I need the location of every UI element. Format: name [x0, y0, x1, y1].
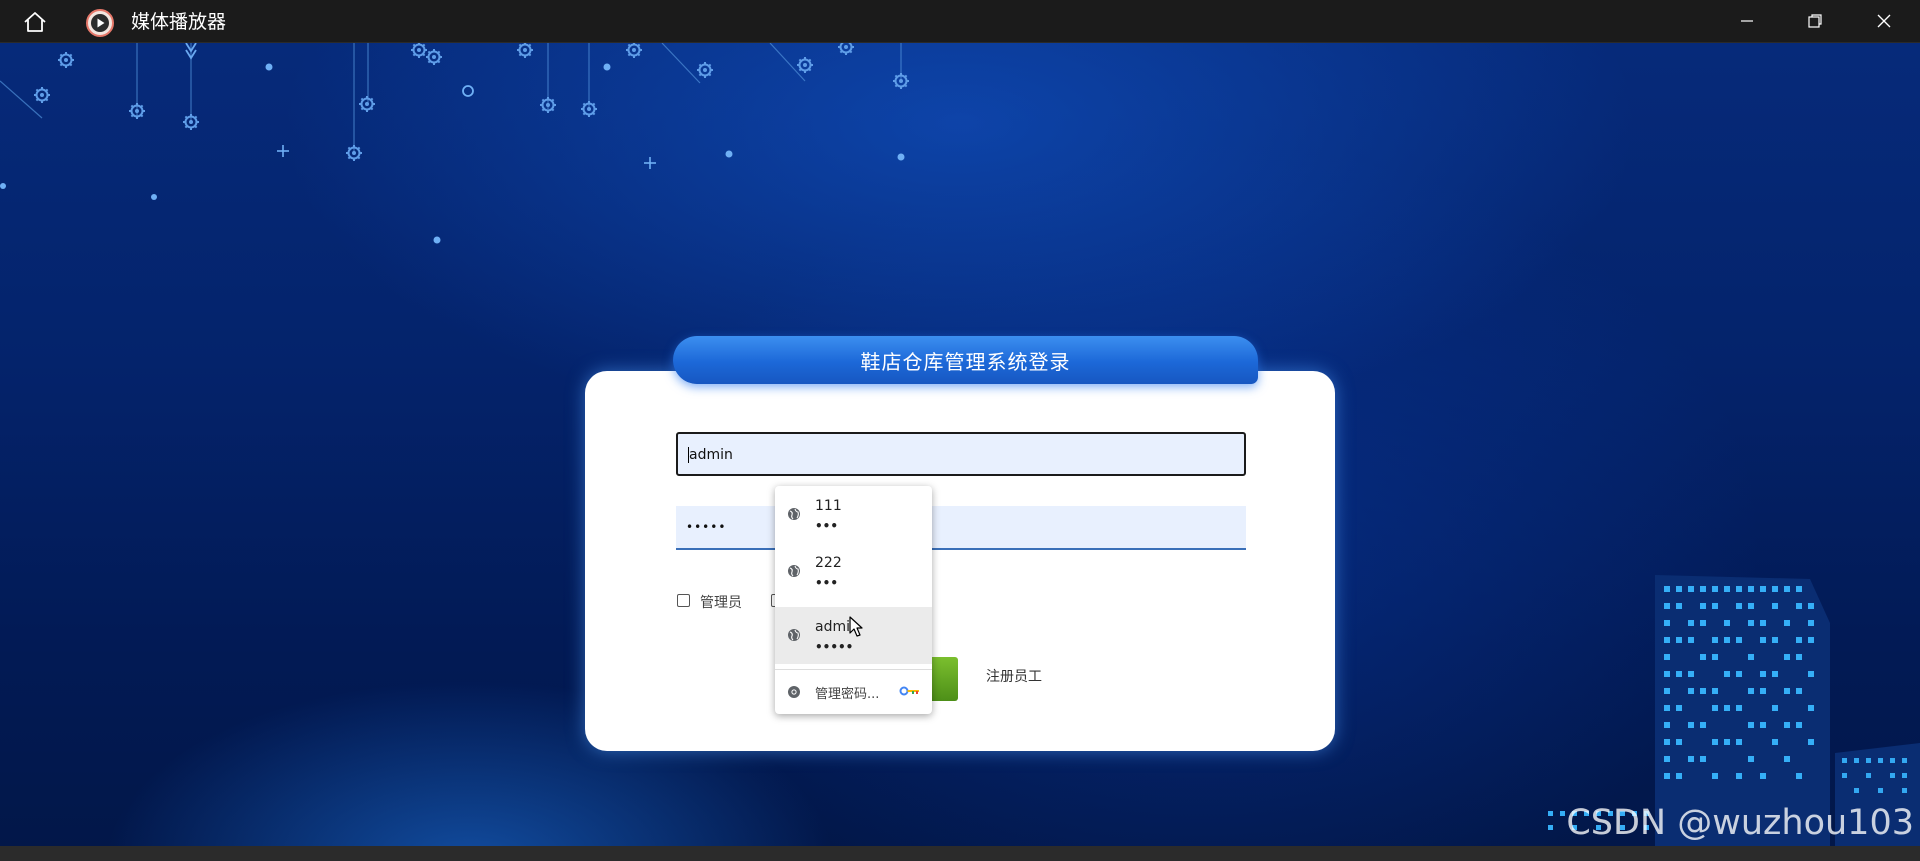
- globe-icon: [788, 629, 800, 641]
- manage-passwords-label: 管理密码...: [815, 687, 880, 702]
- home-icon: [24, 12, 46, 32]
- mouse-pointer-icon: [849, 616, 863, 637]
- minimize-icon: [1741, 20, 1753, 22]
- home-button[interactable]: [20, 10, 50, 34]
- close-icon: [1877, 14, 1891, 28]
- autofill-username: 222: [815, 555, 842, 571]
- close-button[interactable]: [1850, 0, 1918, 42]
- register-employee-link[interactable]: 注册员工: [986, 666, 1042, 686]
- bottom-strip: [0, 846, 1920, 861]
- username-value: admin: [689, 447, 733, 463]
- globe-icon: [788, 508, 800, 520]
- autofill-username: 111: [815, 498, 842, 514]
- autofill-password: •••••: [815, 640, 854, 654]
- restore-button[interactable]: [1781, 0, 1849, 42]
- key-icon: [899, 686, 919, 696]
- login-title: 鞋店仓库管理系统登录: [673, 336, 1258, 384]
- autofill-item[interactable]: 222 •••: [775, 543, 932, 600]
- autofill-divider: [775, 669, 932, 670]
- media-player-icon: [86, 9, 114, 37]
- app-window: 媒体播放器 鞋店仓库管理系统登录 admin ••••• 管理员 注册员工 11…: [0, 0, 1920, 861]
- watermark: CSDN @wuzhou103: [1566, 803, 1914, 843]
- manage-passwords-item[interactable]: 管理密码...: [775, 671, 932, 714]
- login-card: [585, 371, 1335, 751]
- login-button[interactable]: [930, 657, 958, 701]
- password-input[interactable]: •••••: [676, 506, 1246, 550]
- autofill-password: •••: [815, 519, 839, 533]
- username-input[interactable]: admin: [676, 432, 1246, 476]
- admin-checkbox-label: 管理员: [700, 595, 742, 611]
- minimize-button[interactable]: [1713, 0, 1781, 42]
- admin-checkbox[interactable]: [677, 594, 690, 607]
- autofill-password: •••: [815, 576, 839, 590]
- restore-icon: [1808, 14, 1822, 28]
- chrome-icon: [788, 686, 800, 698]
- autofill-item[interactable]: 111 •••: [775, 486, 932, 543]
- password-autofill-dropdown: 111 ••• 222 ••• admin ••••• 管理密码...: [775, 486, 932, 714]
- title-bar: 媒体播放器: [0, 0, 1920, 43]
- window-title: 媒体播放器: [131, 11, 227, 33]
- globe-icon: [788, 565, 800, 577]
- password-value: •••••: [686, 520, 727, 534]
